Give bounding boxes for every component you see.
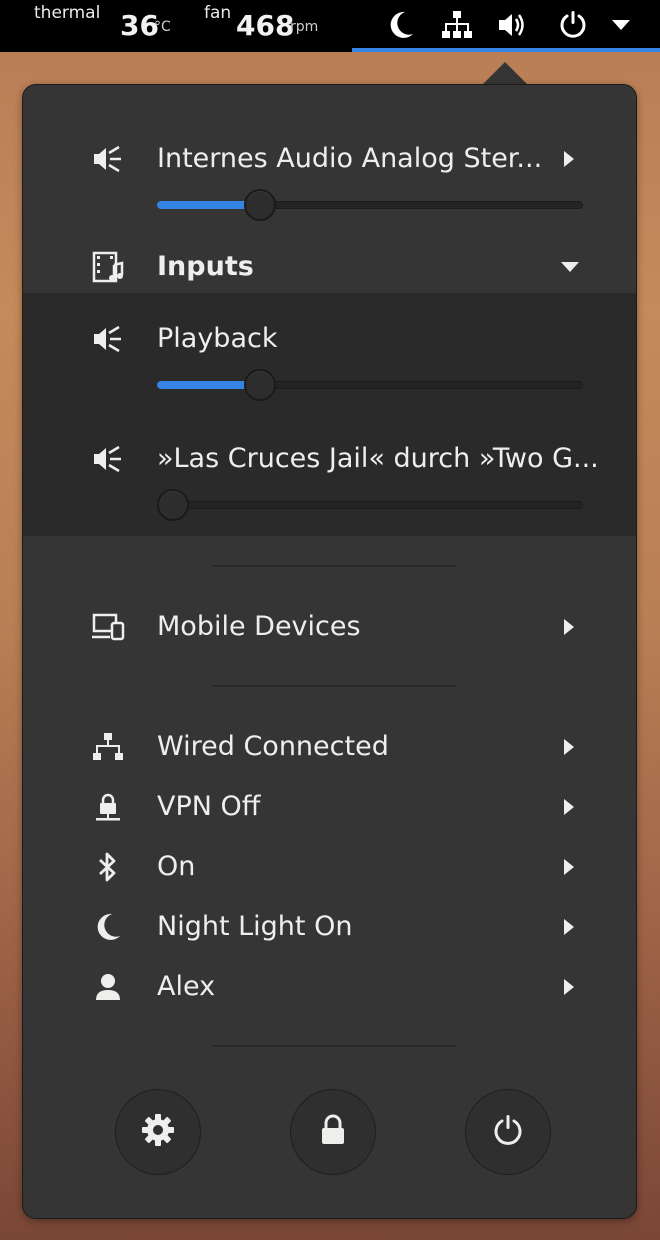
chevron-down-icon <box>559 254 581 280</box>
inputs-label: Inputs <box>157 251 254 282</box>
bluetooth-icon <box>91 852 125 882</box>
chevron-right-icon <box>561 914 577 940</box>
separator <box>212 685 456 687</box>
chevron-right-icon <box>561 794 577 820</box>
separator <box>212 565 456 567</box>
power-off-button[interactable] <box>465 1089 551 1175</box>
settings-icon <box>141 1113 175 1151</box>
lock-icon <box>319 1114 347 1150</box>
active-indicator <box>352 48 660 52</box>
output-volume-slider[interactable] <box>157 189 583 221</box>
speaker-icon <box>91 144 125 174</box>
slider-knob[interactable] <box>243 369 276 401</box>
wired-label: Wired Connected <box>157 731 389 762</box>
chevron-right-icon <box>561 734 577 760</box>
stream-label: »Las Cruces Jail« durch »Two G... <box>157 443 599 474</box>
audio-output-label: Internes Audio Analog Ster... <box>157 143 543 174</box>
volume-icon[interactable] <box>496 8 530 42</box>
network-wired-icon[interactable] <box>440 8 474 42</box>
slider-knob[interactable] <box>243 189 276 221</box>
speaker-icon <box>91 444 125 474</box>
power-icon[interactable] <box>556 8 590 42</box>
system-menu: Internes Audio Analog Ster... Inputs Pla… <box>22 84 637 1219</box>
slider-knob[interactable] <box>157 489 189 521</box>
user-row[interactable]: Alex <box>23 962 636 1012</box>
bluetooth-row[interactable]: On <box>23 842 636 892</box>
stream-row: »Las Cruces Jail« durch »Two G... <box>23 434 636 484</box>
media-film-icon <box>91 251 125 283</box>
fan-unit: rpm <box>290 19 319 35</box>
dropdown-arrow-icon[interactable] <box>604 8 638 42</box>
chevron-right-icon <box>561 854 577 880</box>
popup-arrow <box>482 62 528 85</box>
stream-row: Playback <box>23 314 636 364</box>
stream-volume-slider[interactable] <box>157 489 583 521</box>
user-label: Alex <box>157 971 216 1002</box>
stream-label: Playback <box>157 323 278 354</box>
mobile-devices-row[interactable]: Mobile Devices <box>23 602 636 652</box>
night-light-label: Night Light On <box>157 911 353 942</box>
power-off-icon <box>492 1114 524 1150</box>
speaker-icon <box>91 324 125 354</box>
phone-laptop-icon <box>91 612 125 642</box>
night-light-row[interactable]: Night Light On <box>23 902 636 952</box>
settings-button[interactable] <box>115 1089 201 1175</box>
bluetooth-label: On <box>157 851 196 882</box>
network-wired-icon <box>91 732 125 762</box>
user-icon <box>91 972 125 1002</box>
fan-value: 468 <box>236 9 295 42</box>
top-bar: thermal 36 °C fan 468 rpm <box>0 0 660 52</box>
thermal-label: thermal <box>34 3 101 23</box>
night-light-icon[interactable] <box>384 8 418 42</box>
vpn-lock-icon <box>91 792 125 822</box>
chevron-right-icon <box>561 974 577 1000</box>
thermal-unit: °C <box>154 19 171 35</box>
chevron-right-icon <box>561 146 577 172</box>
chevron-right-icon <box>561 614 577 640</box>
vpn-label: VPN Off <box>157 791 261 822</box>
audio-output-row[interactable]: Internes Audio Analog Ster... <box>23 134 636 184</box>
mobile-devices-label: Mobile Devices <box>157 611 361 642</box>
inputs-header[interactable]: Inputs <box>23 242 636 292</box>
inputs-submenu: Playback »Las Cruces Jail« durch »Two G.… <box>23 293 636 536</box>
wired-row[interactable]: Wired Connected <box>23 722 636 772</box>
slider-track <box>157 501 583 509</box>
vpn-row[interactable]: VPN Off <box>23 782 636 832</box>
fan-label: fan <box>204 3 232 23</box>
playback-volume-slider[interactable] <box>157 369 583 401</box>
lock-button[interactable] <box>290 1089 376 1175</box>
night-light-icon <box>91 912 125 942</box>
separator <box>212 1045 456 1047</box>
